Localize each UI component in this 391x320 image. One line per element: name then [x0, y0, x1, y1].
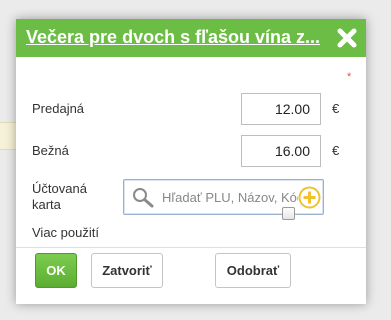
close-icon[interactable] [336, 27, 358, 49]
sale-price-input[interactable] [241, 93, 321, 125]
dialog-body: Predajná € * Bežná € Účtovaná karta [16, 57, 366, 247]
background-highlight-strip [0, 122, 16, 150]
close-button[interactable]: Zatvoriť [91, 253, 163, 288]
ok-button[interactable]: OK [35, 253, 77, 288]
add-plus-icon[interactable] [298, 186, 321, 209]
multi-use-label: Viac použití [32, 225, 99, 240]
multi-use-checkbox[interactable] [282, 207, 295, 220]
search-icon [132, 187, 154, 209]
regular-price-currency: € [332, 143, 340, 158]
regular-price-input[interactable] [241, 135, 321, 167]
required-marker: * [347, 71, 352, 83]
regular-price-label: Bežná [32, 143, 69, 158]
account-card-search-input[interactable] [162, 186, 298, 208]
sale-price-currency: € [332, 101, 340, 116]
dialog-titlebar: Večera pre dvoch s fľašou vína z... [16, 19, 366, 57]
account-card-label: Účtovaná karta [32, 181, 87, 212]
sale-price-label: Predajná [32, 101, 85, 116]
footer-divider [16, 247, 366, 248]
remove-button[interactable]: Odobrať [215, 253, 291, 288]
dialog-title[interactable]: Večera pre dvoch s fľašou vína z... [26, 27, 326, 48]
edit-item-dialog: Večera pre dvoch s fľašou vína z... Pred… [16, 19, 366, 304]
